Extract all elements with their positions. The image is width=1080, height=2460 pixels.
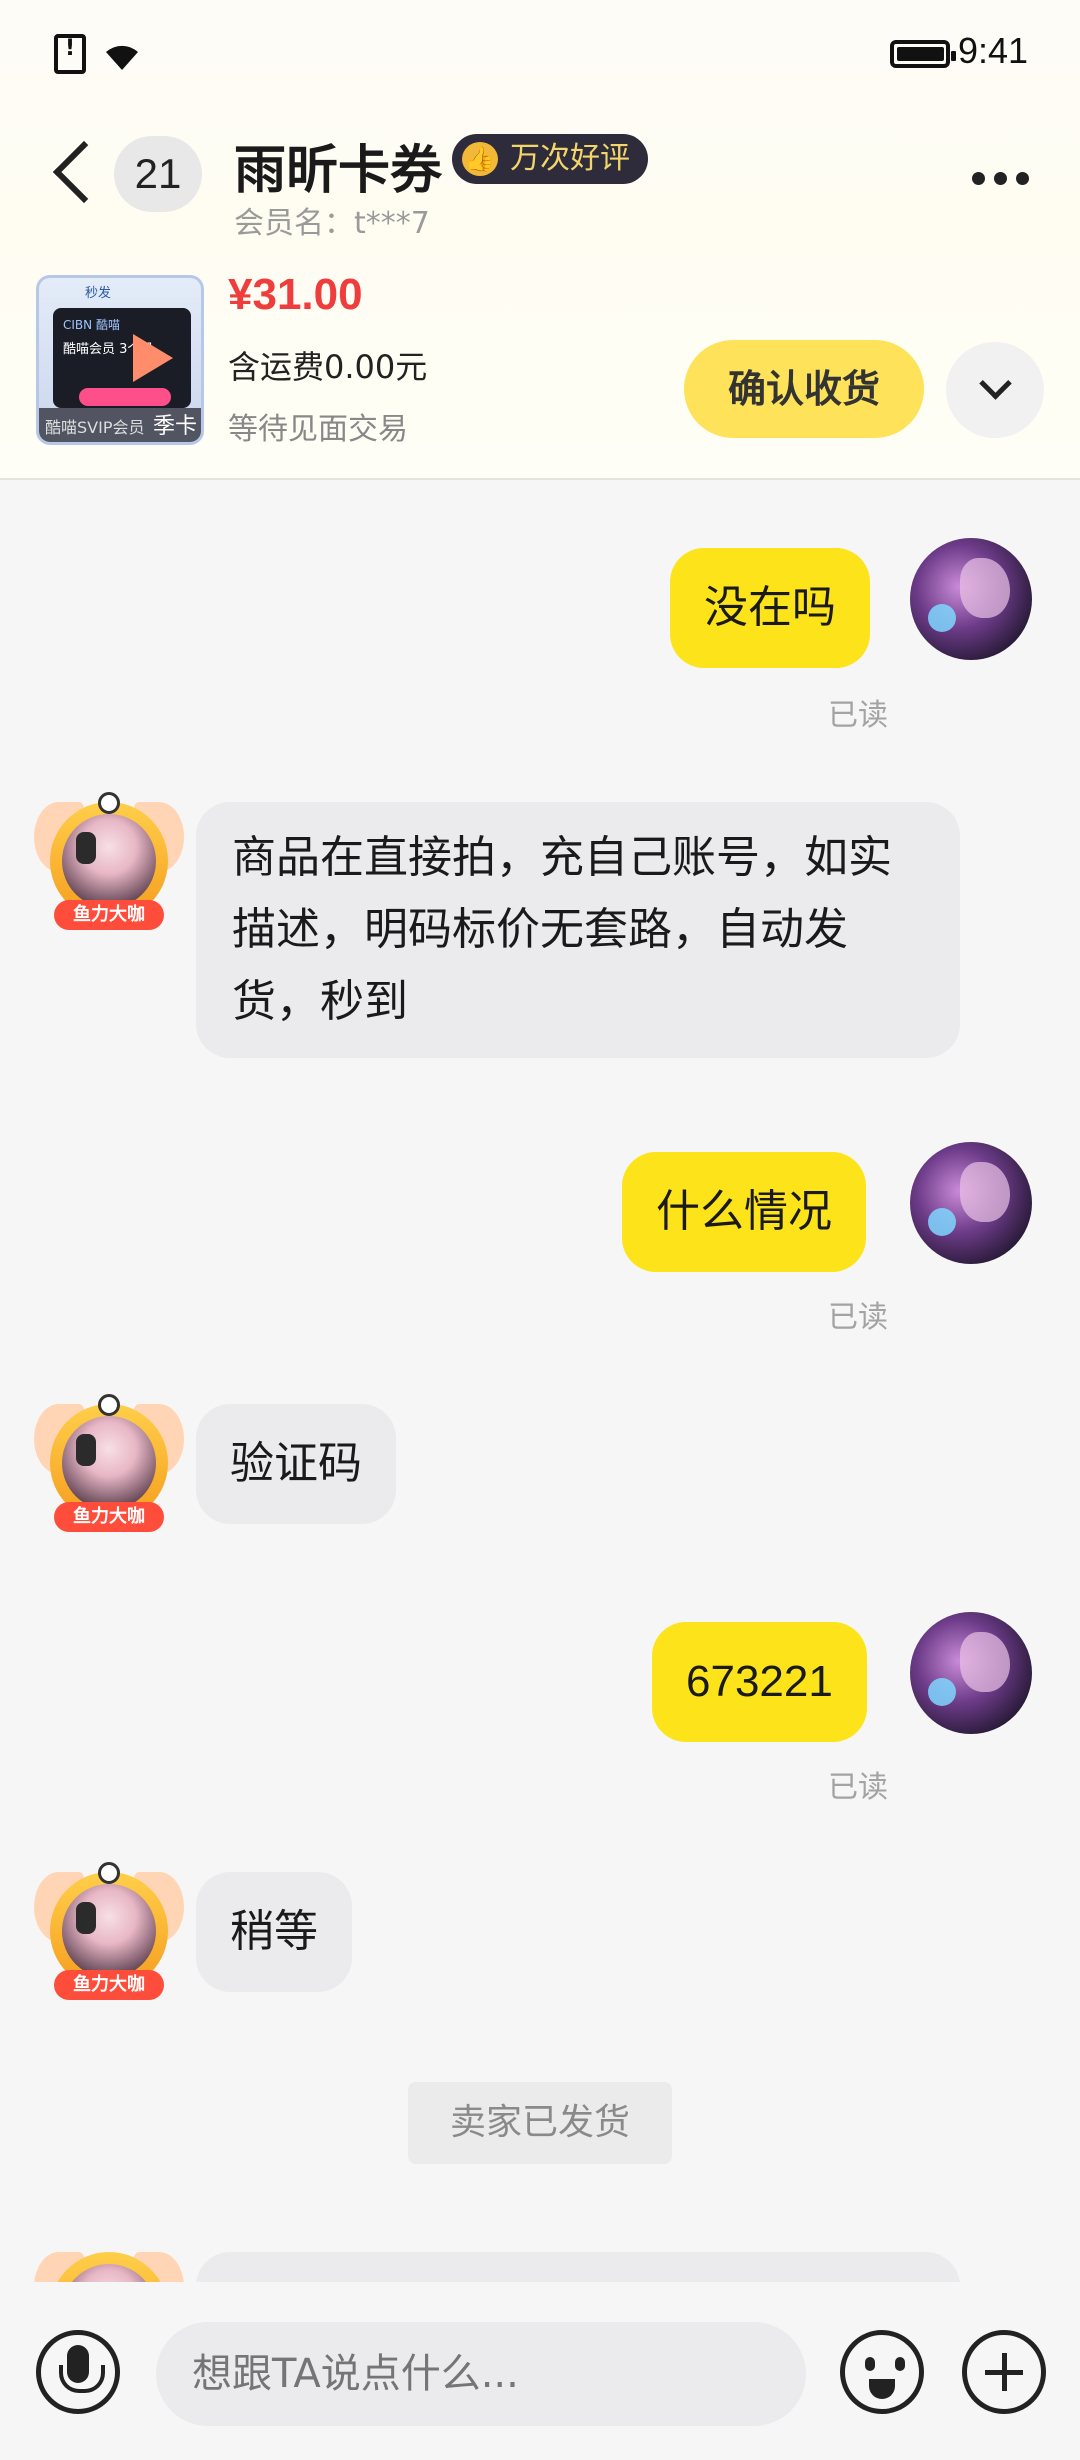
sim-alert-icon [54,34,86,74]
avatar-tag: 鱼力大咖 [54,900,164,930]
microphone-icon[interactable] [36,2330,120,2414]
more-options-icon[interactable] [972,170,1038,185]
seller-avatar[interactable]: 鱼力大咖 [34,1862,184,2008]
read-receipt: 已读 [828,1770,888,1805]
message-bubble-mine[interactable]: 673221 [652,1622,867,1742]
seller-avatar[interactable]: 鱼力大咖 [34,792,184,938]
plus-icon[interactable] [962,2330,1046,2414]
rating-badge-label: 万次好评 [510,141,630,176]
message-input[interactable] [156,2322,806,2426]
back-arrow-icon[interactable] [48,138,98,208]
message-bubble-mine[interactable]: 什么情况 [622,1152,866,1272]
product-price: ¥31.00 [228,270,363,319]
battery-icon [890,40,956,68]
input-bar [0,2282,1080,2460]
unread-count-badge[interactable]: 21 [114,136,202,212]
rating-badge[interactable]: 👍 万次好评 [452,134,648,184]
product-pink-label [79,388,171,406]
message-bubble-theirs[interactable] [196,2252,960,2282]
product-thumb-label: 酷喵SVIP会员 [45,418,145,437]
order-status: 等待见面交易 [228,412,408,447]
seller-name[interactable]: 雨昕卡券 [234,128,442,203]
product-thumb-top: 秒发 [85,286,112,301]
my-avatar[interactable] [910,1142,1032,1264]
play-icon [133,334,173,382]
seller-avatar[interactable]: 鱼力大咖 [34,1394,184,1540]
my-avatar[interactable] [910,1612,1032,1734]
wifi-icon [102,40,142,81]
message-bubble-theirs[interactable]: 稍等 [196,1872,352,1992]
message-bubble-mine[interactable]: 没在吗 [670,548,870,668]
read-receipt: 已读 [828,698,888,733]
emoji-icon[interactable] [840,2330,924,2414]
shipping-fee: 含运费0.00元 [228,348,428,386]
my-avatar[interactable] [910,538,1032,660]
confirm-receipt-button[interactable]: 确认收货 [684,340,924,438]
product-thumb-period: 季卡 [152,414,197,439]
chat-messages[interactable]: 没在吗 已读 鱼力大咖 商品在直接拍，充自己账号，如实描述，明码标价无套路，自动… [0,482,1080,2282]
avatar-tag: 鱼力大咖 [54,1970,164,2000]
status-bar: 9:41 [0,0,1080,110]
status-time: 9:41 [958,30,1029,71]
product-thumbnail[interactable]: 秒发 CIBN 酷喵 酷喵会员 3个月 酷喵SVIP会员 季卡 [36,275,204,445]
thumbs-up-icon: 👍 [462,142,498,176]
top-panel: 9:41 21 雨昕卡券 👍 万次好评 会员名：t***7 秒发 CIBN 酷喵… [0,0,1080,480]
avatar-tag: 鱼力大咖 [54,1502,164,1532]
message-bubble-theirs[interactable]: 商品在直接拍，充自己账号，如实描述，明码标价无套路，自动发货，秒到 [196,802,960,1058]
read-receipt: 已读 [828,1300,888,1335]
system-notice: 卖家已发货 [408,2082,672,2164]
chat-header: 21 雨昕卡券 👍 万次好评 会员名：t***7 [0,120,1080,241]
member-name: 会员名：t***7 [234,206,430,241]
seller-avatar[interactable] [34,2242,184,2282]
chevron-down-icon[interactable] [946,342,1044,438]
message-bubble-theirs[interactable]: 验证码 [196,1404,396,1524]
